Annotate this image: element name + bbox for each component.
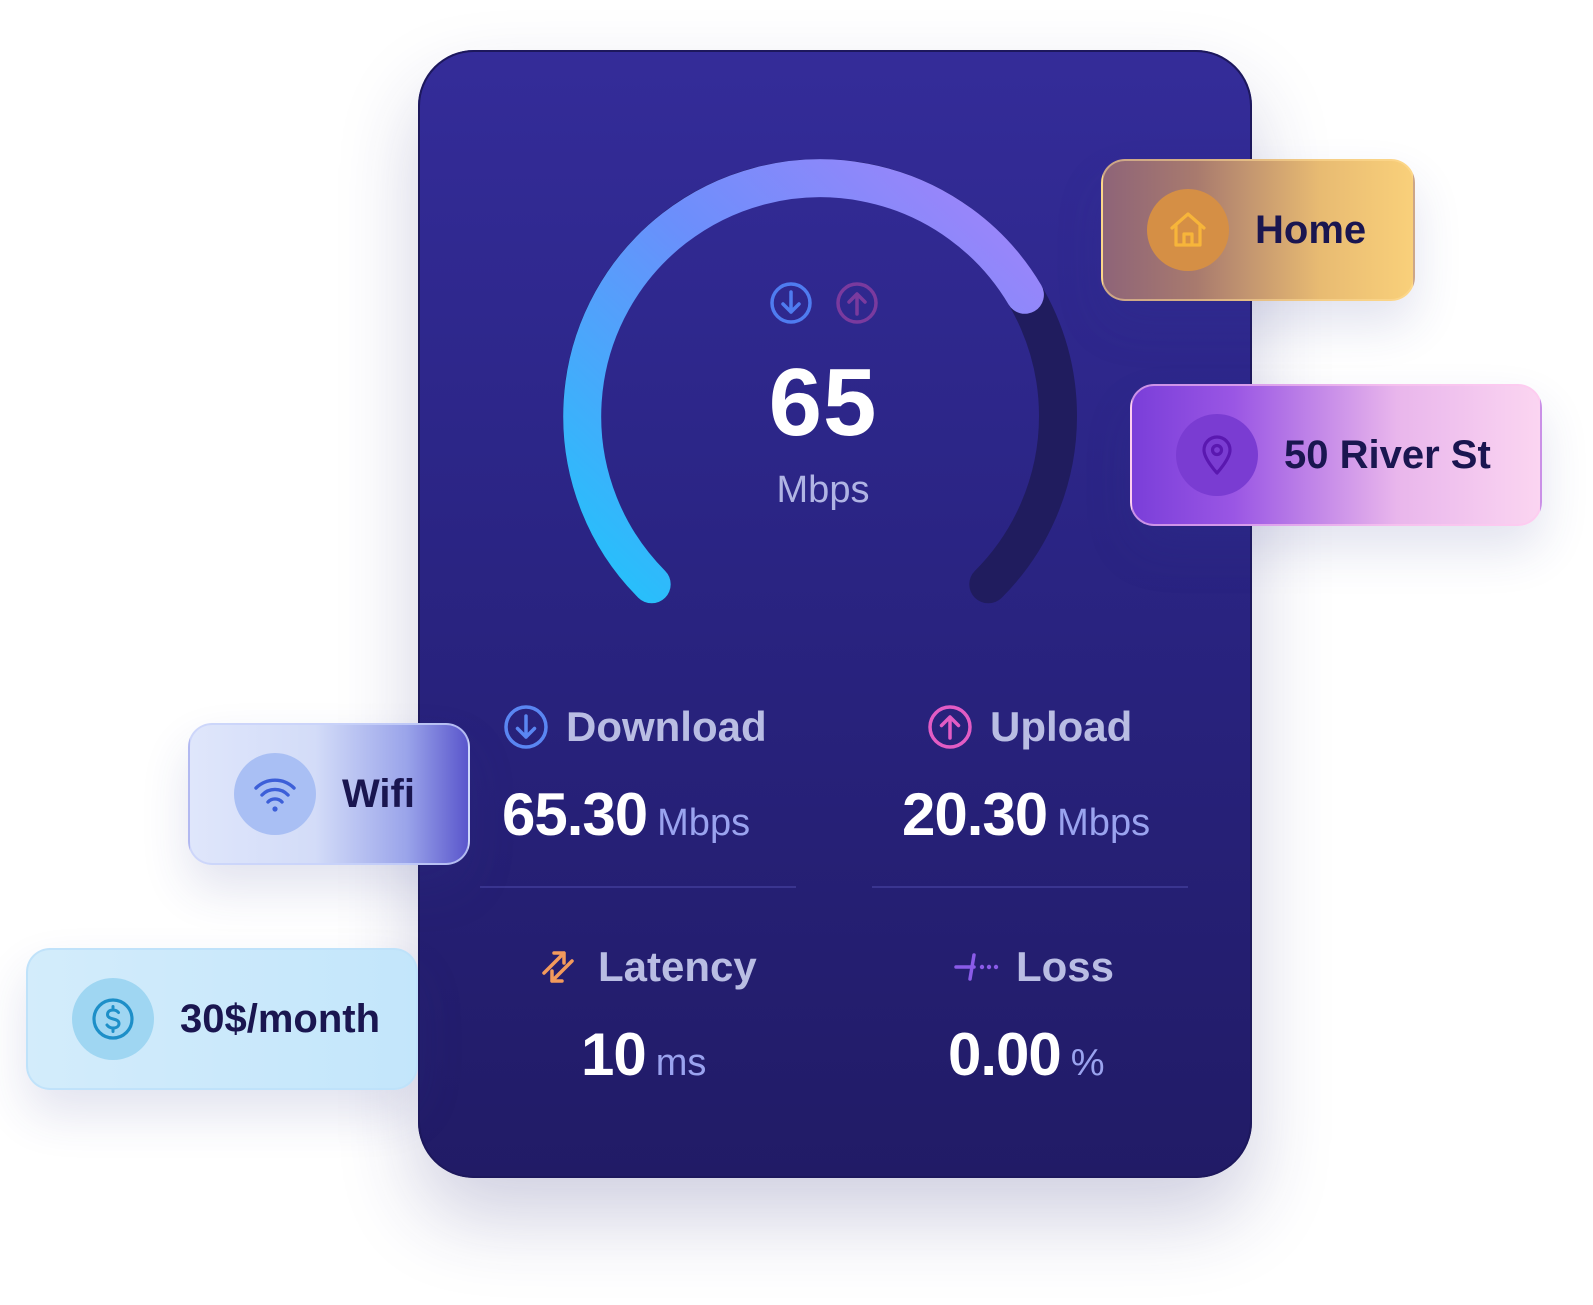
speed-value: 65 — [768, 349, 878, 456]
speed-unit: Mbps — [776, 469, 870, 511]
arrow-down-circle-icon[interactable] — [768, 280, 814, 326]
connection-label: Wifi — [342, 771, 415, 816]
swap-arrows-icon — [542, 951, 574, 983]
divider-left — [480, 886, 796, 888]
home-tag[interactable]: Home — [1101, 159, 1415, 301]
upload-label: Upload — [990, 703, 1133, 750]
price-tag[interactable]: 30$/month — [26, 948, 418, 1090]
wifi-icon — [254, 778, 296, 812]
download-value: 65.30 — [502, 781, 648, 848]
direction-toggle — [768, 280, 898, 326]
map-pin-icon — [1202, 435, 1232, 475]
wifi-icon-badge — [234, 753, 316, 835]
house-icon — [1170, 212, 1206, 247]
price-label: 30$/month — [180, 996, 381, 1041]
upload-value: 20.30 — [902, 781, 1048, 848]
arrow-down-circle-icon — [504, 705, 548, 749]
speed-test-illustration: 65 Mbps Download 65.30 Mbps Upload 20.30… — [0, 0, 1593, 1305]
home-icon-badge — [1147, 189, 1229, 271]
arrow-up-circle-icon[interactable] — [834, 280, 880, 326]
packet-loss-icon — [954, 953, 999, 981]
loss-unit: % — [1070, 1042, 1105, 1084]
upload-unit: Mbps — [1057, 802, 1151, 844]
wifi-tag[interactable]: Wifi — [188, 723, 470, 865]
dollar-coin-icon — [92, 998, 134, 1040]
address-tag[interactable]: 50 River St — [1130, 384, 1542, 526]
arrow-up-circle-icon — [928, 705, 972, 749]
download-unit: Mbps — [657, 802, 751, 844]
home-label: Home — [1255, 207, 1367, 252]
latency-label: Latency — [598, 943, 757, 990]
divider-right — [872, 886, 1188, 888]
loss-label: Loss — [1016, 943, 1115, 990]
latency-value: 10 — [581, 1021, 647, 1088]
latency-unit: ms — [655, 1042, 707, 1084]
pin-icon-badge — [1176, 414, 1258, 496]
download-label: Download — [566, 703, 767, 750]
loss-value: 0.00 — [948, 1021, 1062, 1088]
address-label: 50 River St — [1284, 432, 1491, 477]
price-icon-badge — [72, 978, 154, 1060]
